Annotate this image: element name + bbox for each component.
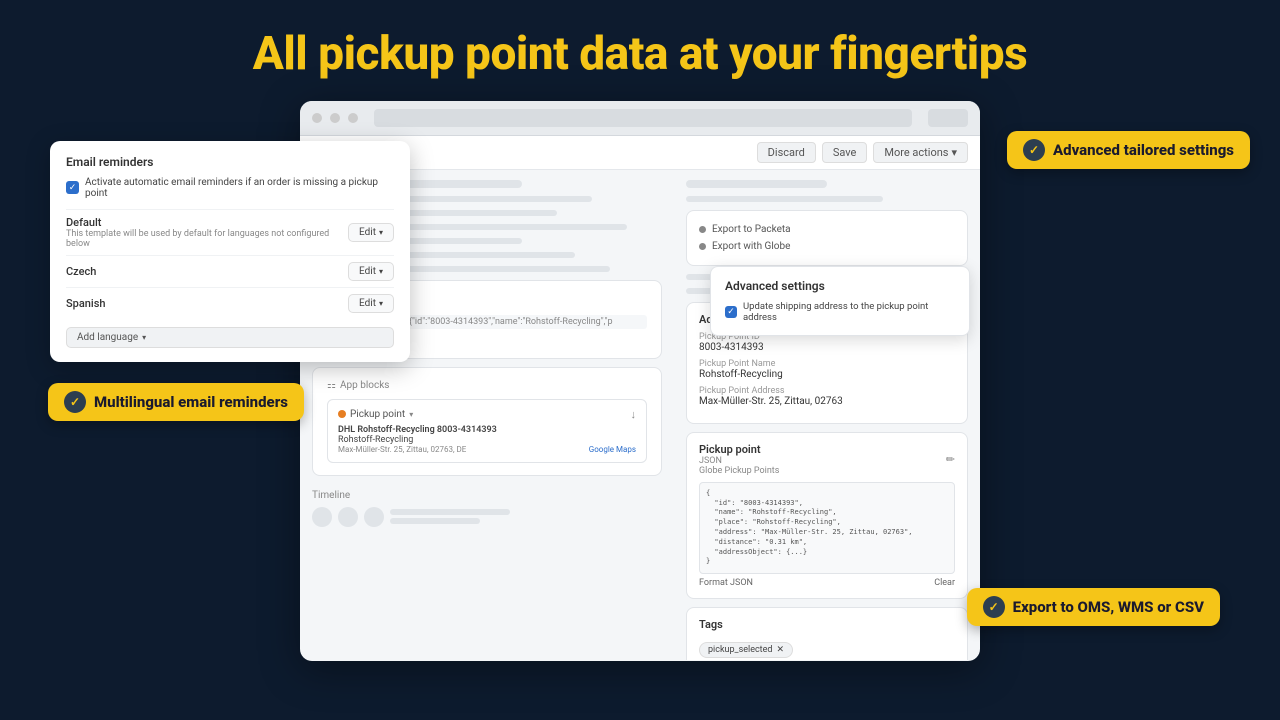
export-label-2: Export with Globe — [712, 241, 790, 252]
browser-url-bar — [374, 109, 912, 127]
pickup-label-text: Pickup point — [350, 409, 405, 420]
multilingual-badge: ✓ Multilingual email reminders — [48, 383, 304, 421]
email-checkbox-text: Activate automatic email reminders if an… — [85, 177, 394, 199]
browser-dot-1 — [312, 113, 322, 123]
pickup-block-header: Pickup point ▾ ↓ — [338, 408, 636, 421]
lang-czech-name: Czech — [66, 265, 96, 278]
timeline-lines — [390, 507, 510, 527]
json-code-block: { "id": "8003-4314393", "name": "Rohstof… — [699, 482, 955, 574]
adv-checkbox[interactable]: ✓ — [725, 306, 737, 318]
json-sub2: Globe Pickup Points — [699, 466, 779, 476]
adv-checkbox-text: Update shipping address to the pickup po… — [743, 301, 955, 323]
json-title: Pickup point — [699, 443, 779, 456]
pickup-block-label: Pickup point ▾ — [338, 409, 413, 420]
advanced-settings-badge: ✓ Advanced tailored settings — [1007, 131, 1250, 169]
email-checkbox[interactable]: ✓ — [66, 181, 79, 194]
browser-toolbar — [300, 101, 980, 136]
google-maps-btn[interactable]: Google Maps — [589, 445, 636, 454]
tag-pickup-selected: pickup_selected ✕ — [699, 642, 793, 658]
right-column: Export to Packeta Export with Globe — [674, 170, 980, 660]
export-badge: ✓ Export to OMS, WMS or CSV — [967, 588, 1220, 626]
timeline-circle-2 — [338, 507, 358, 527]
export-check-icon: ✓ — [983, 596, 1005, 618]
content-area: Discard Save More actions ▾ — [0, 101, 1280, 681]
pickup-name: Rohstoff-Recycling — [338, 435, 497, 445]
lang-spanish-name: Spanish — [66, 297, 105, 310]
adv-settings-title: Advanced settings — [725, 279, 955, 293]
pickup-icon: ↓ — [631, 408, 637, 421]
timeline-circle-1 — [312, 507, 332, 527]
export-bullet-2 — [699, 243, 706, 250]
edit-czech-btn[interactable]: Edit ▾ — [348, 262, 394, 281]
email-reminder-card: Email reminders ✓ Activate automatic ema… — [50, 141, 410, 362]
browser-dot-3 — [348, 113, 358, 123]
add-language-btn[interactable]: Add language ▾ — [66, 327, 394, 348]
lang-default-name: Default — [66, 216, 348, 229]
export-label-1: Export to Packeta — [712, 224, 791, 235]
advanced-badge-text: Advanced tailored settings — [1053, 141, 1234, 159]
timeline-section: Timeline — [312, 484, 662, 527]
pickup-block: Pickup point ▾ ↓ DHL Rohstoff-Recycling … — [327, 399, 647, 463]
app-blocks-section: ⚏ App blocks Pickup point ▾ ↓ — [312, 367, 662, 476]
multilingual-check-icon: ✓ — [64, 391, 86, 413]
tag-remove-icon[interactable]: ✕ — [776, 645, 784, 655]
json-subtitle: JSON — [699, 456, 779, 466]
detail-field-name: Pickup Point Name Rohstoff-Recycling — [699, 359, 955, 380]
advanced-check-icon: ✓ — [1023, 139, 1045, 161]
email-reminder-title: Email reminders — [66, 155, 394, 169]
language-row-default: Default This template will be used by de… — [66, 209, 394, 255]
app-blocks-title: ⚏ App blocks — [327, 380, 647, 391]
json-footer: Format JSON Clear — [699, 578, 955, 588]
adv-check-icon: ✓ — [727, 307, 735, 317]
clear-btn[interactable]: Clear — [934, 578, 955, 588]
pickup-address: Max-Müller-Str. 25, Zittau, 02763, DE — [338, 445, 497, 454]
discard-btn[interactable]: Discard — [757, 142, 816, 163]
json-card: Pickup point JSON Globe Pickup Points ✏ … — [686, 432, 968, 599]
format-json-btn[interactable]: Format JSON — [699, 578, 753, 588]
language-row-czech: Czech Edit ▾ — [66, 255, 394, 287]
metafield-value: {"id":"8003-4314393","name":"Rohstoff-Re… — [405, 315, 647, 329]
page-title: All pickup point data at your fingertips — [0, 0, 1280, 101]
save-btn[interactable]: Save — [822, 142, 868, 163]
edit-spanish-btn[interactable]: Edit ▾ — [348, 294, 394, 313]
adv-checkbox-row: ✓ Update shipping address to the pickup … — [725, 301, 955, 323]
r-skeleton-1 — [686, 180, 968, 188]
json-content-area: { "id": "8003-4314393", "name": "Rohstof… — [699, 482, 955, 574]
export-row-1: Export to Packeta — [699, 221, 955, 238]
more-actions-btn[interactable]: More actions ▾ — [873, 142, 968, 163]
email-checkbox-row: ✓ Activate automatic email reminders if … — [66, 177, 394, 199]
timeline-row — [312, 507, 662, 527]
timeline-circle-3 — [364, 507, 384, 527]
export-bullet-1 — [699, 226, 706, 233]
multilingual-badge-text: Multilingual email reminders — [94, 393, 288, 411]
detail-field-address: Pickup Point Address Max-Müller-Str. 25,… — [699, 386, 955, 407]
language-row-spanish: Spanish Edit ▾ — [66, 287, 394, 319]
tags-card: Tags pickup_selected ✕ — [686, 607, 968, 660]
export-badge-text: Export to OMS, WMS or CSV — [1013, 598, 1204, 616]
export-card: Export to Packeta Export with Globe — [686, 210, 968, 266]
browser-dot-2 — [330, 113, 340, 123]
pickup-info: DHL Rohstoff-Recycling 8003-4314393 — [338, 425, 497, 435]
edit-default-btn[interactable]: Edit ▾ — [348, 223, 394, 242]
email-check-icon: ✓ — [69, 183, 77, 193]
tags-title: Tags — [699, 618, 955, 631]
pickup-dot — [338, 410, 346, 418]
r-skeleton-2 — [686, 196, 968, 202]
export-row-2: Export with Globe — [699, 238, 955, 255]
timeline-label: Timeline — [312, 490, 662, 501]
lang-default-desc: This template will be used by default fo… — [66, 229, 348, 249]
advanced-settings-card: Advanced settings ✓ Update shipping addr… — [710, 266, 970, 336]
browser-action-btn — [928, 109, 968, 127]
json-header: Pickup point JSON Globe Pickup Points ✏ — [699, 443, 955, 476]
json-edit-icon[interactable]: ✏ — [946, 453, 955, 466]
